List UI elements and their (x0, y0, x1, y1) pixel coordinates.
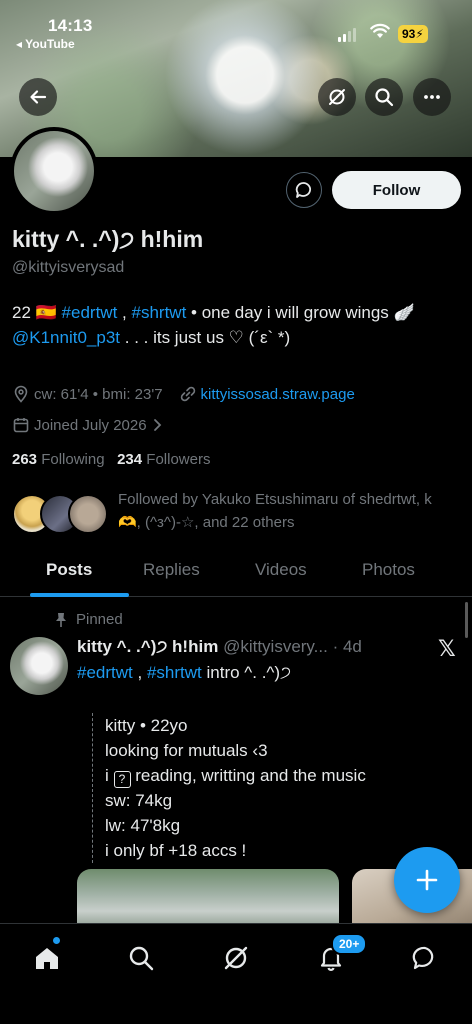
followed-by-avatars[interactable] (12, 494, 108, 534)
bottom-nav: 20+ (0, 923, 472, 1024)
hashtag-link[interactable]: #shrtwt (132, 303, 187, 322)
pinned-label: Pinned (54, 611, 123, 628)
nav-explore[interactable] (121, 938, 161, 978)
display-name: kitty ^. .^)੭ h!him (12, 226, 204, 252)
bio-line-1: 22 🇪🇸 #edrtwt , #shrtwt • one day i will… (12, 300, 462, 325)
bio-separator: , (122, 303, 127, 322)
more-button[interactable] (413, 78, 451, 116)
tab-photos[interactable]: Photos (362, 560, 415, 580)
search-icon (375, 88, 394, 107)
link-icon (180, 386, 195, 402)
following-link[interactable]: 263 Following (12, 451, 105, 468)
post-body-line: kitty • 22yo (105, 716, 188, 735)
post-text-line: #edrtwt , #shrtwt intro ^. .^)੭ (77, 663, 291, 683)
joined-date: Joined July 2026 (34, 416, 147, 434)
status-bar: 14:13 ◂ YouTube 93⚡ (0, 0, 472, 56)
profile-website-link[interactable]: kittyissosad.straw.page (201, 386, 355, 403)
message-button[interactable] (286, 172, 322, 208)
battery-indicator: 93⚡ (398, 25, 428, 43)
post-body-line: looking for mutuals ‹3 (105, 741, 268, 760)
chat-icon (412, 946, 434, 970)
follow-button[interactable]: Follow (332, 171, 461, 209)
active-tab-indicator (30, 593, 129, 597)
scrollbar[interactable] (465, 602, 468, 638)
hashtag-link[interactable]: #edrtwt (77, 663, 133, 682)
nav-messages[interactable] (405, 938, 445, 978)
profile-avatar[interactable] (10, 127, 98, 215)
unknown-glyph-icon: ? (113, 771, 131, 788)
notifications-badge: 20+ (331, 933, 368, 955)
post-body-line: i only bf +18 accs ! (105, 841, 247, 860)
mention-link[interactable]: @K1nnit0_p3t (12, 328, 120, 347)
location-icon (14, 385, 28, 403)
explore-icon (129, 946, 154, 971)
pin-icon (56, 612, 66, 627)
post-body-line: i ? reading, writting and the music (105, 766, 366, 788)
post-body-list: kitty • 22yo looking for mutuals ‹3 i ? … (92, 713, 366, 863)
grok-button[interactable] (318, 78, 356, 116)
hashtag-link[interactable]: #edrtwt (62, 303, 118, 322)
chevron-right-icon (153, 419, 161, 431)
post-meta: @kittyisvery... · 4d (223, 637, 362, 656)
post-text: intro ^. .^)੭ (206, 663, 292, 682)
post-separator: , (137, 663, 143, 682)
plus-icon (416, 869, 438, 891)
compose-post-button[interactable] (394, 847, 460, 913)
back-button[interactable] (19, 78, 57, 116)
joined-row[interactable]: Joined July 2026 (12, 416, 163, 434)
back-to-app-link[interactable]: ◂ YouTube (16, 37, 75, 51)
follow-counts: 263 Following 234 Followers (12, 451, 210, 468)
post-media-image[interactable] (77, 869, 339, 929)
bio-text: 22 🇪🇸 (12, 303, 57, 322)
home-unread-dot (53, 937, 60, 944)
nav-grok[interactable] (216, 938, 256, 978)
profile-bio: 22 🇪🇸 #edrtwt , #shrtwt • one day i will… (12, 300, 462, 350)
profile-tabs: Posts Replies Videos Photos (0, 552, 472, 597)
grok-nav-icon (224, 946, 248, 970)
home-icon (36, 948, 58, 969)
pinned-text: Pinned (76, 611, 123, 628)
hashtag-link[interactable]: #shrtwt (147, 663, 202, 682)
message-icon (295, 182, 312, 198)
bio-text: . . . its just us ♡ (´ε` *) (124, 328, 291, 347)
x-logo-icon: 𝕏 (438, 636, 456, 661)
nav-home[interactable] (27, 938, 67, 978)
status-time: 14:13 (48, 16, 93, 35)
tab-posts[interactable]: Posts (46, 560, 92, 580)
post-author-name[interactable]: kitty ^. .^)੭ h!him (77, 637, 218, 656)
more-icon (424, 95, 440, 99)
search-button[interactable] (365, 78, 403, 116)
followed-by-text[interactable]: Followed by Yakuko Etsushimaru of shedrt… (118, 488, 448, 534)
back-arrow-icon (30, 90, 47, 104)
wifi-icon (370, 23, 390, 38)
bio-text: • one day i will grow wings 🪽 (191, 303, 415, 322)
grok-icon (329, 89, 345, 105)
profile-location: cw: 61'4 • bmi: 23'7 (34, 385, 163, 403)
profile-handle: @kittyisverysad (12, 259, 125, 276)
profile-meta-row: cw: 61'4 • bmi: 23'7 kittyissosad.straw.… (12, 385, 355, 403)
post-body-line: sw: 74kg (105, 791, 173, 810)
post-body-line: lw: 47'8kg (105, 816, 181, 835)
post-header: kitty ^. .^)੭ h!him @kittyisvery... · 4d (77, 637, 362, 657)
tab-videos[interactable]: Videos (255, 560, 307, 580)
signal-icon (338, 28, 356, 42)
bio-line-2: @K1nnit0_p3t . . . its just us ♡ (´ε` *) (12, 325, 462, 350)
tab-replies[interactable]: Replies (143, 560, 200, 580)
avatar (68, 494, 108, 534)
post-avatar[interactable] (10, 637, 68, 695)
calendar-icon (13, 418, 29, 433)
followers-link[interactable]: 234 Followers (117, 451, 210, 468)
